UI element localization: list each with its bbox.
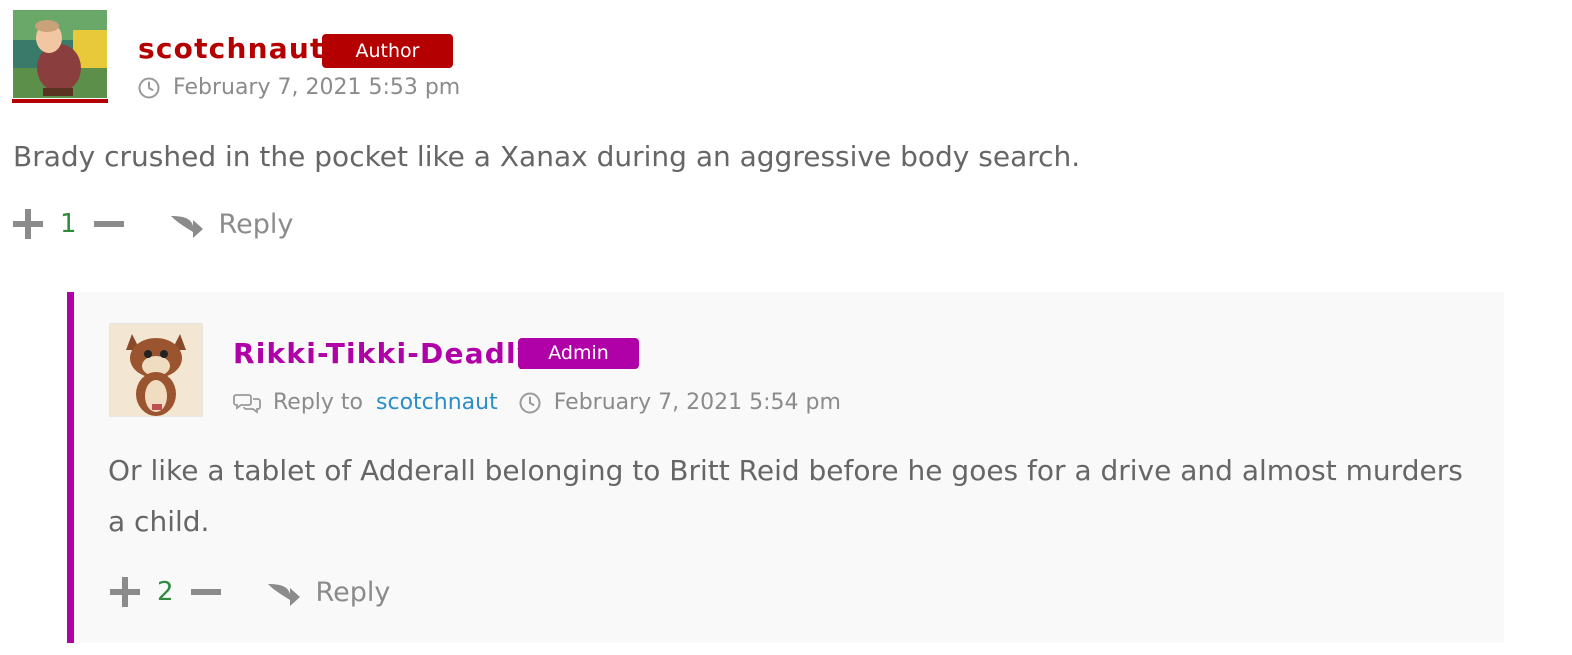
minus-icon[interactable] <box>93 208 125 240</box>
reply-comment: Rikki-Tikki-Deadly Admin Reply to scotch… <box>67 292 1504 643</box>
comment-meta: Reply to scotchnaut February 7, 2021 5:5… <box>233 390 841 415</box>
minus-icon[interactable] <box>190 576 222 608</box>
comment-actions: 1 Reply <box>12 208 293 240</box>
comment-date[interactable]: February 7, 2021 5:54 pm <box>554 390 841 415</box>
reply-label: Reply <box>315 576 391 608</box>
author-badge: Author <box>322 34 453 68</box>
comment: scotchnaut Author February 7, 2021 5:53 … <box>0 0 1572 270</box>
avatar[interactable] <box>13 10 107 98</box>
avatar-underline <box>12 99 108 103</box>
comment-author-name[interactable]: scotchnaut <box>138 32 325 65</box>
reply-to-link[interactable]: scotchnaut <box>376 390 498 415</box>
plus-icon[interactable] <box>12 208 44 240</box>
admin-badge: Admin <box>518 338 639 369</box>
comment-date[interactable]: February 7, 2021 5:53 pm <box>173 75 460 100</box>
avatar-image <box>110 324 202 416</box>
comment-author-name[interactable]: Rikki-Tikki-Deadly <box>233 337 536 370</box>
clock-icon <box>138 77 160 98</box>
reply-button[interactable]: Reply <box>169 208 294 240</box>
vote-count: 2 <box>157 577 174 607</box>
reply-arrow-icon <box>267 584 300 606</box>
avatar-image <box>13 10 107 98</box>
plus-icon[interactable] <box>109 576 141 608</box>
clock-icon <box>519 392 541 413</box>
comment-meta: February 7, 2021 5:53 pm <box>137 75 460 100</box>
chat-bubbles-icon <box>233 393 261 414</box>
avatar[interactable] <box>109 323 203 417</box>
reply-to-label: Reply to <box>273 390 364 415</box>
comment-text: Brady crushed in the pocket like a Xanax… <box>13 140 1081 173</box>
comment-actions: 2 Reply <box>109 576 390 608</box>
reply-arrow-icon <box>170 216 203 238</box>
reply-label: Reply <box>218 208 294 240</box>
reply-button[interactable]: Reply <box>266 576 391 608</box>
comment-text: Or like a tablet of Adderall belonging t… <box>108 454 1463 538</box>
vote-count: 1 <box>60 209 77 239</box>
